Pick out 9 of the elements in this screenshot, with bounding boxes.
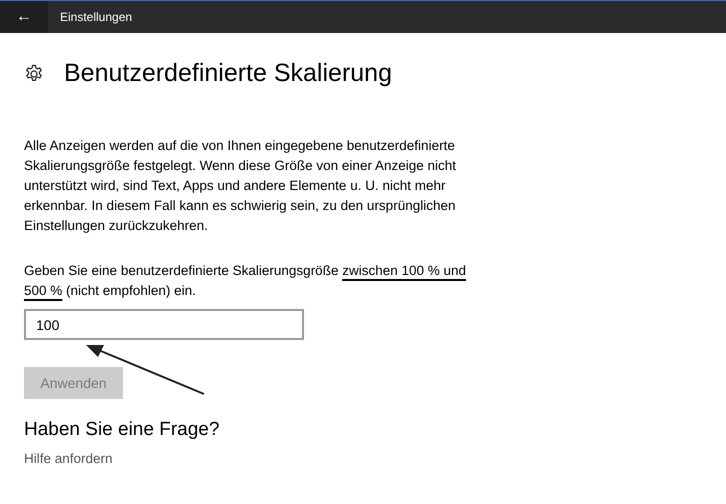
settings-icon — [24, 64, 44, 84]
instruction-text: Geben Sie eine benutzerdefinierte Skalierungsgröße zwischen 100 % und 500 % (nicht empfohlen) ein. — [24, 262, 468, 300]
description-text: Alle Anzeigen werden auf die von Ihnen eingegebene benutzerdefinierte Skalierungsgröße festgelegt. Wenn diese Größe von einer Anzeige nicht unterstützt wird, sind Text, Apps und andere Elemente u. U. nicht mehr erkennbar. In diesem Fall kann es schwierig sein, zu den ursprünglichen Einstellungen zurückzukehren. — [24, 137, 457, 235]
page-heading: Benutzerdefinierte Skalierung — [64, 59, 392, 88]
window-title: Einstellungen — [60, 10, 132, 24]
help-link[interactable]: Hilfe anfordern — [24, 451, 113, 466]
back-button[interactable]: ← — [0, 1, 48, 33]
scale-input-field[interactable]: 100 — [24, 309, 304, 340]
help-heading: Haben Sie eine Frage? — [24, 419, 220, 441]
